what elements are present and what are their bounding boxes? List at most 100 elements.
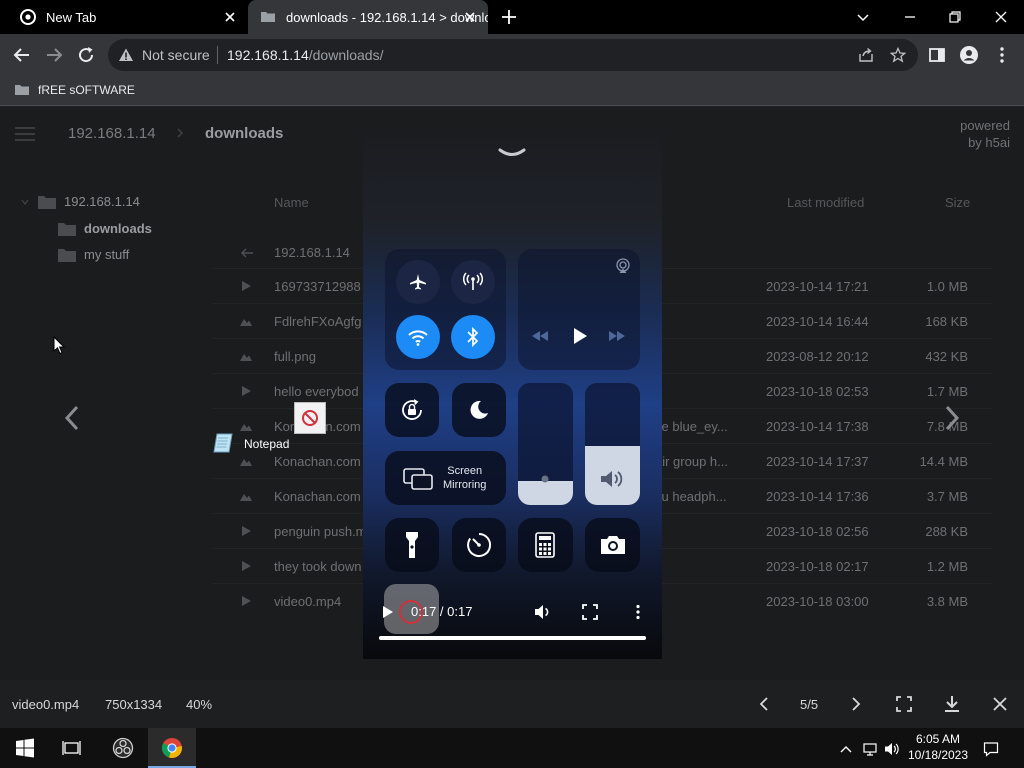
- chevron-left-icon[interactable]: [754, 694, 774, 714]
- tree-item-downloads[interactable]: downloads: [58, 221, 152, 236]
- tab-new-tab[interactable]: New Tab: [0, 0, 248, 34]
- bookmarks-bar: fREE sOFTWARE: [0, 76, 1024, 106]
- timer-button[interactable]: [452, 518, 506, 572]
- warning-icon[interactable]: [118, 47, 134, 63]
- back-arrow-icon: [241, 248, 253, 258]
- obs-icon[interactable]: [112, 737, 134, 759]
- bookmark-label: fREE sOFTWARE: [38, 83, 135, 97]
- rewind-icon[interactable]: [530, 329, 550, 343]
- bookmark-star-icon[interactable]: [890, 47, 906, 63]
- file-modified: 2023-10-18 03:00: [766, 594, 869, 609]
- kebab-menu-icon[interactable]: [992, 45, 1012, 65]
- tab-downloads[interactable]: downloads - 192.168.1.14 > downloads: [248, 0, 488, 34]
- system-clock[interactable]: 6:05 AM 10/18/2023: [904, 731, 972, 763]
- airplay-icon[interactable]: [615, 258, 631, 274]
- share-icon[interactable]: [858, 47, 874, 63]
- chevron-right-icon[interactable]: [846, 694, 866, 714]
- gallery-info-bar: video0.mp4 750x1334 40% 5/5: [0, 680, 1024, 728]
- column-header-size[interactable]: Size: [945, 195, 970, 210]
- folder-icon: [261, 12, 275, 22]
- windows-start-icon[interactable]: [14, 737, 36, 759]
- window-close-icon[interactable]: [991, 7, 1011, 27]
- video-player[interactable]: Screen Mirroring 0:17 / 0:17: [363, 129, 662, 659]
- mirroring-line2: Mirroring: [443, 479, 487, 491]
- new-tab-button[interactable]: [500, 8, 518, 26]
- file-name: Konachan.com: [274, 454, 361, 469]
- video-controls: 0:17 / 0:17: [363, 577, 662, 647]
- breadcrumb-root[interactable]: 192.168.1.14: [68, 125, 156, 142]
- breadcrumb-current[interactable]: downloads: [205, 125, 283, 142]
- file-name: video0.mp4: [274, 594, 342, 609]
- address-bar[interactable]: Not secure 192.168.1.14/downloads/: [108, 39, 918, 71]
- hamburger-icon[interactable]: [15, 127, 35, 141]
- notepad-icon[interactable]: [212, 431, 236, 455]
- url-text[interactable]: 192.168.1.14/downloads/: [227, 47, 383, 63]
- play-icon[interactable]: [381, 605, 395, 619]
- brightness-slider[interactable]: [518, 383, 573, 505]
- tree-item-my-stuff[interactable]: my stuff: [58, 247, 129, 262]
- image-file-icon: [240, 494, 252, 501]
- clock-date: 10/18/2023: [907, 748, 969, 762]
- tab-label: New Tab: [46, 9, 97, 25]
- profile-avatar-icon[interactable]: [959, 45, 979, 65]
- minimize-icon[interactable]: [900, 7, 920, 27]
- play-icon[interactable]: [571, 327, 589, 345]
- screen-mirroring-icon: [403, 468, 433, 490]
- screen-mirroring-button[interactable]: Screen Mirroring: [385, 451, 506, 505]
- notepad-label[interactable]: Notepad: [244, 437, 289, 451]
- network-icon[interactable]: [862, 741, 878, 757]
- more-options-icon[interactable]: [629, 603, 647, 621]
- task-view-icon[interactable]: [61, 737, 83, 759]
- video-progress-bar[interactable]: [379, 636, 646, 640]
- fast-forward-icon[interactable]: [607, 329, 627, 343]
- tray-overflow-icon[interactable]: [838, 741, 854, 757]
- tab-search-icon[interactable]: [853, 7, 873, 27]
- back-arrow-icon[interactable]: [12, 45, 32, 65]
- volume-slider[interactable]: [585, 383, 640, 505]
- moon-icon: [470, 400, 488, 419]
- file-name: Konachan.com: [274, 489, 361, 504]
- fullscreen-icon[interactable]: [894, 694, 914, 714]
- chevron-down-icon[interactable]: [20, 197, 30, 207]
- fullscreen-icon[interactable]: [581, 603, 599, 621]
- gallery-next-icon[interactable]: [942, 405, 962, 431]
- close-icon[interactable]: [222, 9, 238, 25]
- security-label[interactable]: Not secure: [142, 47, 210, 63]
- bookmark-folder[interactable]: fREE sOFTWARE: [14, 82, 135, 98]
- close-icon[interactable]: [990, 694, 1010, 714]
- file-size: 1.7 MB: [926, 384, 968, 399]
- screen-mirroring-label: Screen Mirroring: [443, 464, 486, 492]
- file-name: full.png: [274, 349, 316, 364]
- calculator-button[interactable]: [518, 518, 573, 572]
- file-size: 14.4 MB: [919, 454, 968, 469]
- powered-by[interactable]: powered by h5ai: [960, 117, 1010, 151]
- speaker-icon[interactable]: [884, 741, 900, 757]
- calculator-icon: [535, 532, 555, 558]
- forward-arrow-icon[interactable]: [44, 45, 64, 65]
- close-icon[interactable]: [462, 9, 478, 25]
- flashlight-button[interactable]: [385, 518, 439, 572]
- wifi-toggle[interactable]: [396, 315, 440, 359]
- camera-button[interactable]: [585, 518, 640, 572]
- file-name: 169733712988: [274, 279, 361, 294]
- gallery-prev-icon[interactable]: [62, 405, 82, 431]
- bluetooth-toggle[interactable]: [451, 315, 495, 359]
- do-not-disturb-button[interactable]: [452, 383, 506, 437]
- volume-icon[interactable]: [533, 603, 551, 621]
- url-path: /downloads/: [308, 47, 384, 63]
- download-icon[interactable]: [942, 694, 962, 714]
- chrome-icon: [161, 738, 182, 758]
- side-panel-icon[interactable]: [927, 45, 947, 65]
- cellular-toggle[interactable]: [451, 260, 495, 304]
- video-file-icon: [242, 526, 251, 536]
- rotation-lock-button[interactable]: [385, 383, 439, 437]
- notification-icon[interactable]: [983, 741, 999, 757]
- column-header-name[interactable]: Name: [274, 195, 309, 210]
- media-panel: [518, 249, 640, 370]
- tree-item-root[interactable]: 192.168.1.14: [20, 194, 140, 209]
- airplane-mode-toggle[interactable]: [396, 260, 440, 304]
- reload-icon[interactable]: [76, 45, 96, 65]
- chevron-down-icon: [498, 148, 526, 156]
- column-header-modified[interactable]: Last modified: [787, 195, 864, 210]
- restore-icon[interactable]: [945, 7, 965, 27]
